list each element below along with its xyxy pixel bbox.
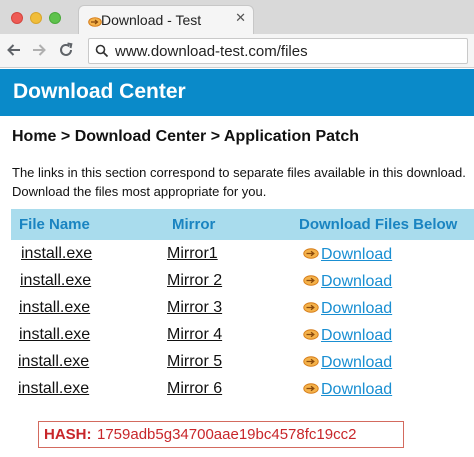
file-name-link[interactable]: install.exe	[20, 272, 91, 290]
mirror-link[interactable]: Mirror1	[167, 245, 218, 263]
intro-text: The links in this section correspond to …	[12, 165, 466, 199]
file-name-link[interactable]: install.exe	[21, 245, 92, 263]
mirror-link[interactable]: Mirror 6	[167, 380, 222, 398]
download-icon	[303, 246, 319, 264]
download-link[interactable]: Download	[303, 327, 392, 345]
table-row: install.exe Mirror1 Download	[0, 245, 474, 271]
mirror-link[interactable]: Mirror 4	[167, 326, 222, 344]
download-link-text: Download	[321, 300, 393, 317]
breadcrumb: Home > Download Center > Application Pat…	[12, 128, 360, 145]
download-icon	[303, 273, 319, 291]
close-icon[interactable]: ✕	[235, 10, 246, 26]
download-link-text: Download	[321, 273, 393, 290]
browser-tab-bar: Download - Test ✕	[0, 0, 474, 34]
window-minimize-button[interactable]	[30, 12, 42, 24]
download-icon	[303, 381, 319, 399]
search-icon	[95, 44, 109, 63]
download-link-text: Download	[321, 381, 393, 398]
table-header: File Name Mirror Download Files Below	[11, 209, 474, 240]
download-link[interactable]: Download	[303, 273, 392, 291]
download-icon	[303, 327, 319, 345]
download-link[interactable]: Download	[303, 246, 392, 264]
download-link[interactable]: Download	[303, 381, 392, 399]
mirror-link[interactable]: Mirror 2	[167, 272, 222, 290]
reload-icon[interactable]	[56, 41, 76, 61]
forward-arrow-icon[interactable]	[29, 41, 49, 61]
file-name-link[interactable]: install.exe	[19, 299, 90, 317]
table-row: install.exe Mirror 5 Download	[0, 353, 474, 379]
back-arrow-icon[interactable]	[4, 41, 24, 61]
download-link-text: Download	[321, 246, 393, 263]
file-name-link[interactable]: install.exe	[18, 380, 89, 398]
favicon-icon	[88, 14, 102, 32]
download-icon	[303, 354, 319, 372]
browser-tab[interactable]: Download - Test ✕	[78, 5, 254, 34]
url-text: www.download-test.com/files	[115, 43, 308, 60]
hash-label: HASH:	[44, 426, 92, 443]
window-maximize-button[interactable]	[49, 12, 61, 24]
mirror-link[interactable]: Mirror 5	[167, 353, 222, 371]
table-row: install.exe Mirror 6 Download	[0, 380, 474, 406]
hash-value: 1759adb5g34700aae19bc4578fc19cc2	[97, 426, 357, 443]
column-header-download: Download Files Below	[299, 216, 458, 233]
browser-toolbar: www.download-test.com/files	[0, 34, 474, 68]
page-header: Download Center	[0, 69, 474, 116]
column-header-mirror: Mirror	[172, 216, 216, 233]
mirror-link[interactable]: Mirror 3	[167, 299, 222, 317]
table-row: install.exe Mirror 2 Download	[0, 272, 474, 298]
hash-box: HASH: 1759adb5g34700aae19bc4578fc19cc2	[38, 421, 404, 448]
download-link[interactable]: Download	[303, 300, 392, 318]
address-bar[interactable]: www.download-test.com/files	[88, 38, 468, 64]
table-row: install.exe Mirror 4 Download	[0, 326, 474, 352]
column-header-file-name: File Name	[19, 216, 90, 233]
table-row: install.exe Mirror 3 Download	[0, 299, 474, 325]
file-name-link[interactable]: install.exe	[18, 353, 89, 371]
page-title: Download Center	[13, 80, 186, 103]
download-link-text: Download	[321, 327, 393, 344]
download-icon	[303, 300, 319, 318]
window-close-button[interactable]	[11, 12, 23, 24]
download-link[interactable]: Download	[303, 354, 392, 372]
tab-title: Download - Test	[101, 12, 202, 28]
file-name-link[interactable]: install.exe	[19, 326, 90, 344]
download-link-text: Download	[321, 354, 393, 371]
